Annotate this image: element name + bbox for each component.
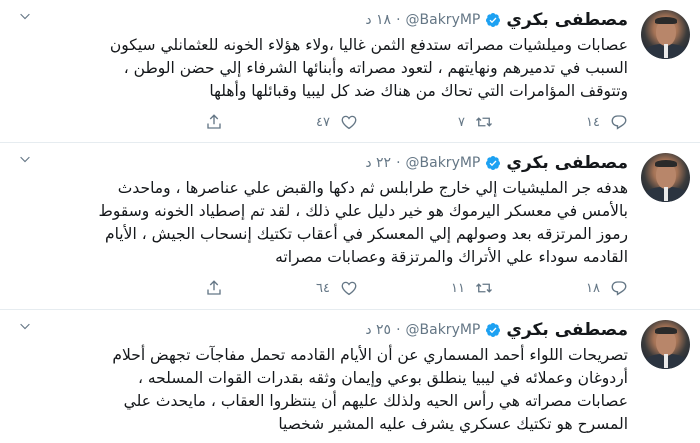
- verified-badge-icon: [486, 156, 501, 170]
- tweet-text-line: القادمه سوداء علي الأتراك والمرتزقة وعصا…: [275, 248, 628, 266]
- tweet-text-line: هدفه جر المليشيات إلي خارج طرابلس ثم دكه…: [117, 179, 628, 197]
- retweet-button[interactable]: ١١: [358, 279, 493, 297]
- author-name[interactable]: مصطفى بكري: [506, 153, 628, 173]
- author-handle[interactable]: @BakryMP: [406, 322, 481, 338]
- avatar[interactable]: [641, 10, 690, 59]
- heart-icon: [341, 115, 357, 130]
- retweet-count: ١١: [451, 280, 465, 296]
- tweet-feed: مصطفى بكري @BakryMP · ١٨ د عصابات وميلشي…: [0, 0, 700, 443]
- separator-dot: ·: [396, 155, 401, 171]
- tweet-text: هدفه جر المليشيات إلي خارج طرابلس ثم دكه…: [18, 177, 628, 269]
- tweet-text-line: عصابات وميلشيات مصراته ستدفع الثمن غاليا…: [109, 36, 628, 54]
- timestamp[interactable]: ٢٢ د: [365, 155, 391, 171]
- tweet[interactable]: مصطفى بكري @BakryMP · ٢٥ د تصريحات اللوا…: [0, 310, 700, 443]
- share-button[interactable]: [88, 113, 223, 131]
- avatar[interactable]: [641, 320, 690, 369]
- author-handle[interactable]: @BakryMP: [406, 155, 481, 171]
- verified-badge-icon: [486, 323, 501, 337]
- chevron-down-icon[interactable]: [18, 10, 32, 24]
- tweet-text-line: عصابات مصراته هي رأس الحيه ولذلك عليهم أ…: [123, 392, 628, 410]
- separator-dot: ·: [396, 322, 401, 338]
- retweet-icon: [476, 283, 492, 293]
- reply-button[interactable]: ١٨: [493, 279, 628, 297]
- share-icon: [207, 280, 221, 295]
- tweet-text-line: رموز المرتزقه بعد وصولهم إلي المعسكر في …: [104, 225, 628, 243]
- author-name[interactable]: مصطفى بكري: [506, 10, 628, 30]
- tweet-header: مصطفى بكري @BakryMP · ١٨ د: [365, 8, 628, 32]
- author-name[interactable]: مصطفى بكري: [506, 320, 628, 340]
- share-icon: [207, 114, 221, 129]
- like-button[interactable]: ٦٤: [223, 279, 358, 297]
- tweet-actions: ١٨ ١١ ٦٤: [88, 277, 628, 299]
- reply-icon: [611, 281, 627, 296]
- tweet-text-line: تصريحات اللواء أحمد المسماري عن أن الأيا…: [112, 346, 628, 364]
- author-handle[interactable]: @BakryMP: [406, 12, 481, 28]
- reply-button[interactable]: ١٤: [493, 113, 628, 131]
- reply-count: ١٨: [586, 280, 600, 296]
- avatar[interactable]: [641, 153, 690, 202]
- tweet[interactable]: مصطفى بكري @BakryMP · ٢٢ د هدفه جر الملي…: [0, 143, 700, 310]
- tweet-text: عصابات وميلشيات مصراته ستدفع الثمن غاليا…: [18, 34, 628, 103]
- separator-dot: ·: [396, 12, 401, 28]
- tweet[interactable]: مصطفى بكري @BakryMP · ١٨ د عصابات وميلشي…: [0, 0, 700, 143]
- tweet-text-line: السبب في تدميرهم ونهايتهم ، لتعود مصراته…: [123, 59, 628, 77]
- tweet-text-line: وتتوقف المؤامرات التي تحاك من هناك ضد كل…: [209, 82, 628, 100]
- like-count: ٤٧: [316, 114, 330, 130]
- tweet-text-line: بالأمس في معسكر اليرموك هو خير دليل علي …: [98, 202, 628, 220]
- reply-icon: [611, 115, 627, 130]
- tweet-actions: ١٤ ٧ ٤٧: [88, 111, 628, 133]
- retweet-icon: [476, 117, 492, 127]
- tweet-text-line: المسرح هو تكتيك عسكري يشرف عليه المشير ش…: [278, 415, 628, 433]
- retweet-count: ٧: [458, 114, 465, 130]
- tweet-text: تصريحات اللواء أحمد المسماري عن أن الأيا…: [18, 344, 628, 436]
- like-count: ٦٤: [316, 280, 330, 296]
- tweet-header: مصطفى بكري @BakryMP · ٢٥ د: [365, 318, 628, 342]
- verified-badge-icon: [486, 13, 501, 27]
- chevron-down-icon[interactable]: [18, 153, 32, 167]
- like-button[interactable]: ٤٧: [223, 113, 358, 131]
- tweet-text-line: أردوغان وعملائه في ليبيا ينطلق بوعي وإيم…: [137, 369, 628, 387]
- reply-count: ١٤: [586, 114, 600, 130]
- timestamp[interactable]: ١٨ د: [365, 12, 391, 28]
- heart-icon: [341, 281, 357, 296]
- chevron-down-icon[interactable]: [18, 320, 32, 334]
- timestamp[interactable]: ٢٥ د: [365, 322, 391, 338]
- share-button[interactable]: [88, 279, 223, 297]
- retweet-button[interactable]: ٧: [358, 113, 493, 131]
- tweet-header: مصطفى بكري @BakryMP · ٢٢ د: [365, 151, 628, 175]
